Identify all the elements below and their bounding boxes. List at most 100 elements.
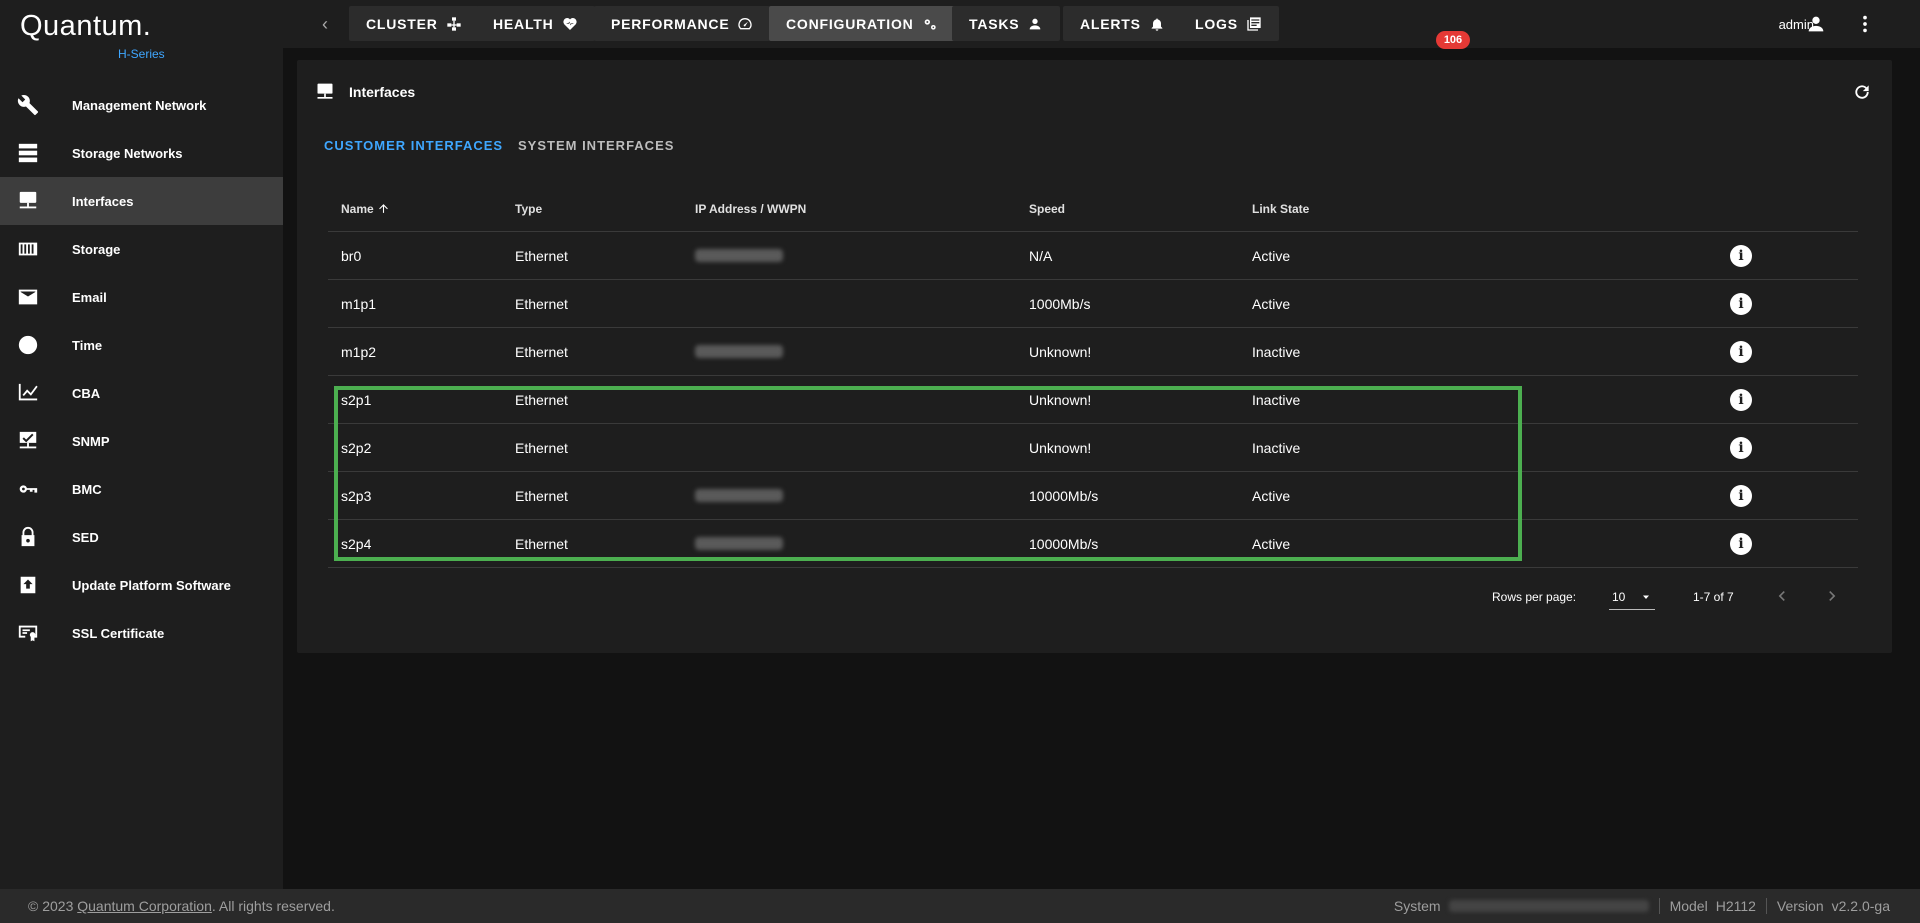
cell-speed: Unknown!: [1029, 392, 1092, 408]
tab-health[interactable]: HEALTH: [476, 6, 595, 41]
cell-type: Ethernet: [515, 296, 568, 312]
sidebar-item-management-network[interactable]: Management Network: [0, 81, 283, 129]
cell-link-state: Active: [1252, 536, 1291, 552]
sidebar-item-label: Management Network: [72, 97, 207, 113]
table-row: s2p1 Ethernet Unknown! Inactive i: [328, 376, 1858, 424]
divider: [1658, 898, 1660, 914]
info-icon[interactable]: i: [1730, 341, 1752, 363]
cell-ip-masked: [695, 537, 783, 550]
company-link[interactable]: Quantum Corporation: [77, 898, 212, 914]
sidebar-item-storage[interactable]: Storage: [0, 225, 283, 273]
wrench-icon: [16, 94, 40, 116]
table-row: br0 Ethernet N/A Active i: [328, 232, 1858, 280]
tab-performance[interactable]: PERFORMANCE: [594, 6, 771, 41]
cell-link-state: Active: [1252, 248, 1291, 264]
cell-link-state: Inactive: [1252, 440, 1301, 456]
lock-icon: [16, 526, 40, 548]
info-icon[interactable]: i: [1730, 245, 1752, 267]
tab-logs[interactable]: LOGS: [1178, 6, 1279, 41]
cell-type: Ethernet: [515, 536, 568, 552]
account-icon: [1030, 18, 1041, 29]
table-row: m1p1 Ethernet 1000Mb/s Active i: [328, 280, 1858, 328]
info-icon[interactable]: i: [1730, 293, 1752, 315]
table-row: s2p2 Ethernet Unknown! Inactive i: [328, 424, 1858, 472]
tab-customer-interfaces[interactable]: CUSTOMER INTERFACES: [324, 138, 503, 153]
speedometer-icon: [738, 17, 753, 29]
cogs-icon: [924, 18, 936, 30]
column-header-speed[interactable]: Speed: [1029, 202, 1065, 216]
cell-ip-masked: [695, 345, 783, 358]
sidebar-item-storage-networks[interactable]: Storage Networks: [0, 129, 283, 177]
quantum-logo: Quantum. H-Series: [20, 10, 220, 65]
sidebar-item-label: Storage Networks: [72, 145, 183, 161]
sidebar-item-cba[interactable]: CBA: [0, 369, 283, 417]
sidebar-item-interfaces[interactable]: Interfaces: [0, 177, 283, 225]
interfaces-table: Name Type IP Address / WWPN Speed Link S…: [328, 184, 1858, 568]
model-value: H2112: [1715, 898, 1756, 914]
refresh-icon[interactable]: [1852, 82, 1874, 104]
info-icon[interactable]: i: [1730, 485, 1752, 507]
column-header-type[interactable]: Type: [515, 202, 542, 216]
more-vertical-icon[interactable]: [1854, 13, 1876, 35]
rows-per-page-label: Rows per page:: [1492, 590, 1577, 604]
sidebar-item-time[interactable]: Time: [0, 321, 283, 369]
email-icon: [16, 286, 40, 308]
rights-text: . All rights reserved.: [211, 898, 335, 914]
sidebar-item-label: SNMP: [72, 433, 110, 449]
server-icon: [16, 142, 40, 164]
rows-per-page-value: 10: [1612, 590, 1626, 604]
column-header-label: Name: [341, 202, 374, 216]
sidebar-item-bmc[interactable]: BMC: [0, 465, 283, 513]
pagination: Rows per page: 10 1-7 of 7: [297, 580, 1892, 620]
tab-label: HEALTH: [493, 15, 554, 32]
cell-type: Ethernet: [515, 440, 568, 456]
sidebar-item-email[interactable]: Email: [0, 273, 283, 321]
version-label: Version: [1776, 898, 1824, 914]
chevron-left-icon[interactable]: [1772, 586, 1792, 606]
cell-ip-masked: [695, 249, 783, 262]
cell-type: Ethernet: [515, 392, 568, 408]
logs-icon: [1247, 16, 1261, 31]
column-header-link-state[interactable]: Link State: [1252, 202, 1309, 216]
cell-name: m1p1: [341, 296, 377, 312]
top-navigation-bar: ‹ CLUSTER HEALTH PERFORMANCE CONFIGURATION T…: [283, 0, 1920, 49]
monitor-check-icon: [16, 430, 40, 452]
storage-icon: [16, 238, 40, 260]
info-icon[interactable]: i: [1730, 533, 1752, 555]
monitor-network-icon: [315, 82, 337, 104]
rows-per-page-select[interactable]: 10: [1609, 584, 1655, 610]
cluster-icon: [447, 16, 461, 31]
sidebar-item-label: Update Platform Software: [72, 577, 231, 593]
table-row: m1p2 Ethernet Unknown! Inactive i: [328, 328, 1858, 376]
column-header-ip[interactable]: IP Address / WWPN: [695, 202, 806, 216]
tab-cluster[interactable]: CLUSTER: [349, 6, 479, 41]
sidebar-item-ssl-certificate[interactable]: SSL Certificate: [0, 609, 283, 657]
tab-configuration[interactable]: CONFIGURATION: [769, 6, 955, 41]
info-icon[interactable]: i: [1730, 437, 1752, 459]
info-icon[interactable]: i: [1730, 389, 1752, 411]
sidebar-item-sed[interactable]: SED: [0, 513, 283, 561]
sidebar-item-label: CBA: [72, 385, 101, 401]
sidebar-item-update-platform-software[interactable]: Update Platform Software: [0, 561, 283, 609]
sidebar-item-label: SED: [72, 529, 99, 545]
sidebar-item-snmp[interactable]: SNMP: [0, 417, 283, 465]
cell-type: Ethernet: [515, 248, 568, 264]
arrow-up-icon: [379, 204, 388, 213]
column-header-name[interactable]: Name: [341, 202, 390, 216]
sidebar-item-label: Storage: [72, 241, 121, 257]
system-value-masked: [1448, 900, 1649, 912]
account-icon[interactable]: [1805, 13, 1827, 35]
tab-label: TASKS: [969, 15, 1020, 32]
tab-label: ALERTS: [1080, 15, 1141, 32]
chevron-left-icon[interactable]: ‹: [315, 14, 335, 34]
cell-name: br0: [341, 248, 362, 264]
tab-label: LOGS: [1195, 15, 1238, 32]
tab-system-interfaces[interactable]: SYSTEM INTERFACES: [518, 138, 674, 153]
chevron-right-icon[interactable]: [1822, 586, 1842, 606]
chart-line-icon: [16, 382, 40, 404]
tab-tasks[interactable]: TASKS: [952, 6, 1061, 41]
tab-alerts[interactable]: ALERTS: [1063, 6, 1182, 41]
cell-link-state: Inactive: [1252, 344, 1301, 360]
table-row: s2p4 Ethernet 10000Mb/s Active i: [328, 520, 1858, 568]
clock-icon: [16, 334, 40, 356]
